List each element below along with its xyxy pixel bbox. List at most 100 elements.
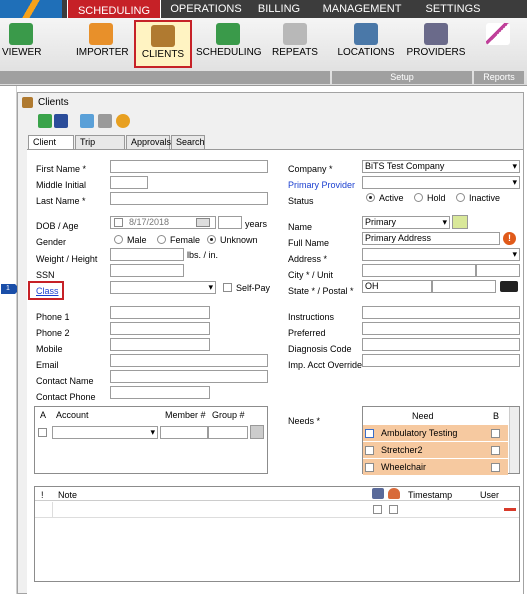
weight-field[interactable] <box>110 248 184 261</box>
remove-icon[interactable] <box>504 508 516 511</box>
account-row-checkbox[interactable] <box>38 428 47 437</box>
importer-button[interactable]: IMPORTER <box>76 20 129 68</box>
notes-col-user: User <box>480 490 500 500</box>
list-item[interactable]: Stretcher2 <box>363 442 508 459</box>
need-row-checkbox[interactable] <box>365 463 374 472</box>
contact-phone-field[interactable] <box>110 386 210 399</box>
nav-billing[interactable]: BILLING <box>252 0 306 18</box>
provider-icon <box>424 23 448 45</box>
city-field[interactable] <box>362 264 476 277</box>
attach-icon[interactable] <box>98 114 112 128</box>
middle-initial-label: Middle Initial <box>36 180 87 190</box>
class-link[interactable]: Class <box>36 286 59 296</box>
instructions-field[interactable] <box>362 306 520 319</box>
units-label: lbs. / in. <box>187 250 219 260</box>
nav-scheduling[interactable]: SCHEDULING <box>67 0 161 19</box>
list-item[interactable]: Ambulatory Testing <box>363 425 508 442</box>
city-unit-label: City * / Unit <box>288 270 334 280</box>
account-col-member: Member # <box>165 410 206 420</box>
notes-divider <box>52 502 53 518</box>
email-field[interactable] <box>110 354 268 367</box>
need-row-checkbox[interactable] <box>365 446 374 455</box>
gender-male-radio[interactable] <box>114 235 123 244</box>
tab-search[interactable]: Search <box>171 135 205 149</box>
tab-approvals[interactable]: Approvals <box>126 135 171 149</box>
ribbon-group-setup: Setup <box>332 71 472 84</box>
address-dropdown[interactable] <box>362 248 520 261</box>
note-row-checkbox-2[interactable] <box>389 505 398 514</box>
needs-col-need: Need <box>412 411 434 421</box>
refresh-icon[interactable] <box>116 114 130 128</box>
state-postal-label: State * / Postal * <box>288 286 354 296</box>
account-dropdown[interactable] <box>52 426 158 439</box>
reports-button[interactable] <box>478 20 518 68</box>
instructions-label: Instructions <box>288 312 335 322</box>
need-row-b-checkbox[interactable] <box>491 429 500 438</box>
nav-settings[interactable]: SETTINGS <box>418 0 488 18</box>
viewer-button[interactable]: VIEWER <box>2 20 41 68</box>
group-field[interactable] <box>208 426 248 439</box>
need-row-checkbox[interactable] <box>365 429 374 438</box>
warning-icon[interactable]: ! <box>503 232 516 245</box>
phone2-field[interactable] <box>110 322 210 335</box>
middle-initial-field[interactable] <box>110 176 148 189</box>
phone2-label: Phone 2 <box>36 328 70 338</box>
tab-trip-history[interactable]: Trip History <box>75 135 125 160</box>
import-icon <box>89 23 113 45</box>
phone1-field[interactable] <box>110 306 210 319</box>
save-icon[interactable] <box>54 114 68 128</box>
list-icon[interactable] <box>80 114 94 128</box>
add-icon[interactable] <box>38 114 52 128</box>
company-label: Company * <box>288 164 333 174</box>
table-row[interactable] <box>35 502 519 518</box>
primary-provider-link[interactable]: Primary Provider <box>288 180 355 190</box>
class-dropdown[interactable] <box>110 281 216 294</box>
primary-provider-dropdown[interactable] <box>362 176 520 189</box>
unit-field[interactable] <box>476 264 520 277</box>
calendar-dropdown-icon[interactable] <box>196 218 210 227</box>
need-row-b-checkbox[interactable] <box>491 463 500 472</box>
postal-field[interactable] <box>432 280 496 293</box>
preferred-field[interactable] <box>362 322 520 335</box>
note-row-checkbox-1[interactable] <box>373 505 382 514</box>
map-icon[interactable] <box>452 215 468 229</box>
providers-button[interactable]: PROVIDERS <box>404 20 468 68</box>
locations-button[interactable]: LOCATIONS <box>336 20 396 68</box>
contact-name-field[interactable] <box>110 370 268 383</box>
list-item[interactable]: Wheelchair <box>363 459 508 476</box>
gender-female-radio[interactable] <box>157 235 166 244</box>
account-lookup-icon[interactable] <box>250 425 264 439</box>
last-name-field[interactable] <box>110 192 268 205</box>
gender-male-label: Male <box>127 235 147 245</box>
gender-unknown-radio[interactable] <box>207 235 216 244</box>
mobile-field[interactable] <box>110 338 210 351</box>
nav-management[interactable]: MANAGEMENT <box>318 0 406 18</box>
first-name-field[interactable] <box>110 160 268 173</box>
first-name-label: First Name * <box>36 164 87 174</box>
age-field[interactable] <box>218 216 242 229</box>
state-field[interactable]: OH <box>362 280 432 293</box>
self-pay-checkbox[interactable] <box>223 283 232 292</box>
clients-button[interactable]: CLIENTS <box>134 20 192 68</box>
status-hold-radio[interactable] <box>414 193 423 202</box>
status-active-radio[interactable] <box>366 193 375 202</box>
name-dropdown[interactable]: Primary <box>362 216 450 229</box>
needs-scrollbar[interactable] <box>509 407 519 473</box>
diagnosis-code-field[interactable] <box>362 338 520 351</box>
member-field[interactable] <box>160 426 208 439</box>
name-label: Name <box>288 222 313 232</box>
status-label: Status <box>288 196 314 206</box>
full-name-field[interactable]: Primary Address <box>362 232 500 245</box>
ssn-field[interactable] <box>110 264 184 277</box>
tab-client-info[interactable]: Client Info <box>28 135 74 160</box>
repeats-button[interactable]: REPEATS <box>270 20 320 68</box>
status-inactive-radio[interactable] <box>456 193 465 202</box>
clear-icon[interactable] <box>500 281 518 292</box>
nav-operations[interactable]: OPERATIONS <box>166 0 246 18</box>
need-row-b-checkbox[interactable] <box>491 446 500 455</box>
company-dropdown[interactable]: BiTS Test Company <box>362 160 520 173</box>
imp-acct-override-field[interactable] <box>362 354 520 367</box>
scheduling-button[interactable]: SCHEDULING <box>196 20 262 68</box>
dob-checkbox[interactable] <box>114 218 123 227</box>
status-hold-label: Hold <box>427 193 446 203</box>
